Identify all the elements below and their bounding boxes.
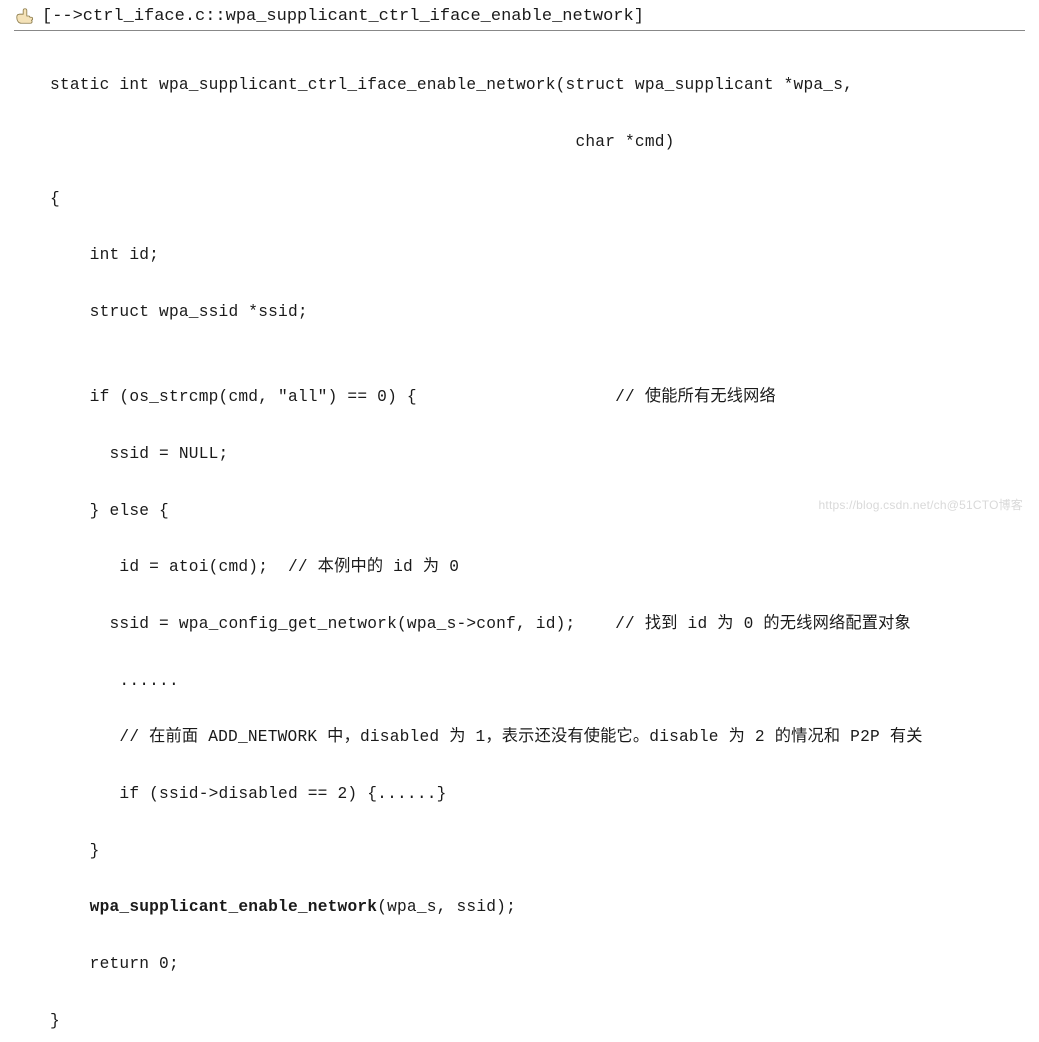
code-listing-header: [-->ctrl_iface.c::wpa_supplicant_ctrl_if… — [14, 6, 1025, 28]
pointing-hand-icon — [14, 6, 36, 26]
code-line: { — [50, 185, 1025, 213]
code-line: return 0; — [50, 950, 1025, 978]
code-line: ssid = NULL; — [50, 440, 1025, 468]
indent — [50, 898, 90, 916]
code-line: if (os_strcmp(cmd, "all") == 0) { // 使能所… — [50, 383, 1025, 411]
code-line: ...... — [50, 667, 1025, 695]
code-line: id = atoi(cmd); // 本例中的 id 为 0 — [50, 553, 1025, 581]
listing-title: [-->ctrl_iface.c::wpa_supplicant_ctrl_if… — [42, 7, 644, 26]
code-line: if (ssid->disabled == 2) {......} — [50, 780, 1025, 808]
code-line: char *cmd) — [50, 128, 1025, 156]
code-block: static int wpa_supplicant_ctrl_iface_ena… — [14, 43, 1025, 1042]
code-line: // 在前面 ADD_NETWORK 中，disabled 为 1，表示还没有使… — [50, 723, 1025, 751]
code-line: static int wpa_supplicant_ctrl_iface_ena… — [50, 71, 1025, 99]
call-args: (wpa_s, ssid); — [377, 898, 516, 916]
code-line: wpa_supplicant_enable_network(wpa_s, ssi… — [50, 893, 1025, 921]
code-line: struct wpa_ssid *ssid; — [50, 298, 1025, 326]
bold-call: wpa_supplicant_enable_network — [90, 898, 378, 916]
code-line: } — [50, 1007, 1025, 1035]
divider-top — [14, 30, 1025, 31]
code-line: } — [50, 837, 1025, 865]
code-line: int id; — [50, 241, 1025, 269]
code-line: ssid = wpa_config_get_network(wpa_s->con… — [50, 610, 1025, 638]
